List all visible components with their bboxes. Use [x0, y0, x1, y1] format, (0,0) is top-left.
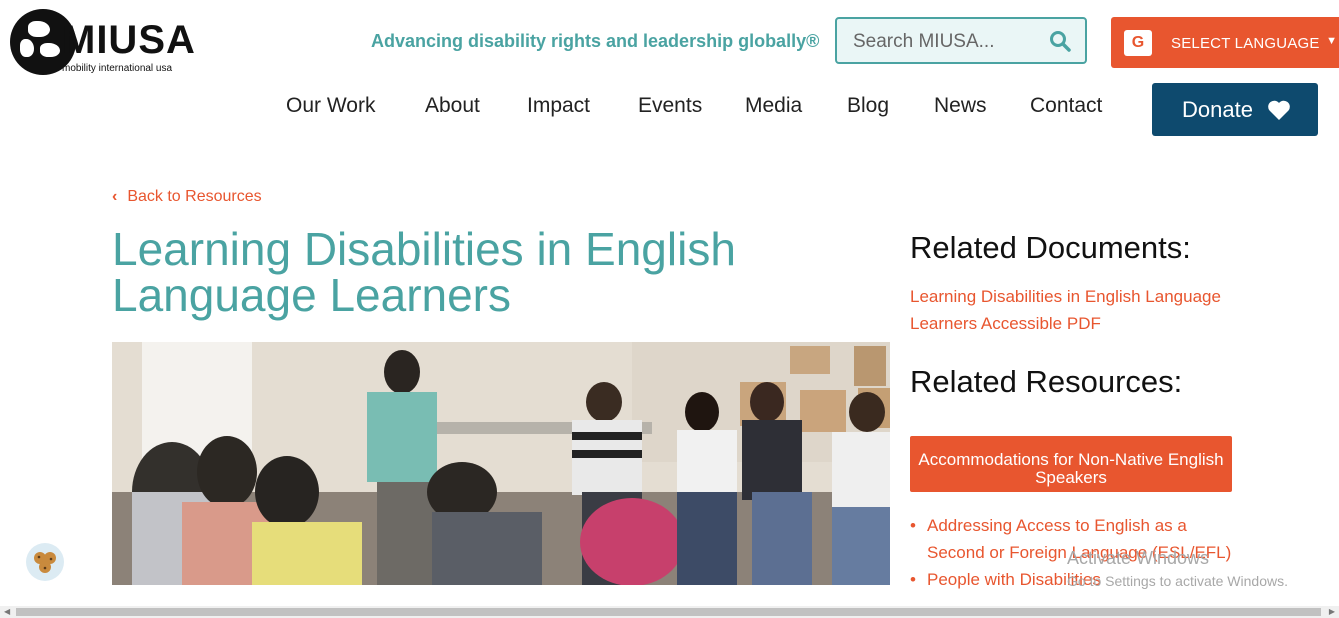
horizontal-scrollbar[interactable]: ◀ ▶	[0, 606, 1339, 618]
nav-our-work[interactable]: Our Work	[286, 94, 375, 118]
select-language-button[interactable]: G SELECT LANGUAGE ▼	[1111, 17, 1339, 68]
select-language-label: SELECT LANGUAGE	[1171, 35, 1320, 52]
heart-icon	[1268, 100, 1290, 120]
scroll-left-icon[interactable]: ◀	[4, 607, 10, 616]
logo-wordmark: MIUSA	[62, 18, 196, 62]
logo-subtitle: mobility international usa	[62, 63, 173, 74]
translate-icon: G	[1124, 30, 1152, 56]
search-input[interactable]	[837, 19, 1055, 64]
search-box	[835, 17, 1087, 64]
chevron-down-icon: ▼	[1326, 35, 1337, 47]
nav-impact[interactable]: Impact	[527, 94, 590, 118]
tagline: Advancing disability rights and leadersh…	[371, 31, 820, 51]
nav-about[interactable]: About	[425, 94, 480, 118]
classroom-photo	[112, 342, 890, 585]
nav-events[interactable]: Events	[638, 94, 702, 118]
cookie-icon[interactable]	[26, 543, 64, 581]
page-title: Learning Disabilities in English Languag…	[112, 223, 736, 321]
nav-blog[interactable]: Blog	[847, 94, 889, 118]
related-document-link[interactable]: Learning Disabilities in English Languag…	[910, 283, 1230, 337]
scrollbar-thumb[interactable]	[16, 608, 1321, 616]
chevron-left-icon: ‹	[112, 188, 118, 205]
back-link-label: Back to Resources	[127, 188, 262, 205]
activate-subtitle: Go to Settings to activate Windows.	[1067, 573, 1288, 589]
scroll-right-icon[interactable]: ▶	[1329, 607, 1335, 616]
activate-title: Activate Windows	[1067, 548, 1210, 568]
back-to-resources-link[interactable]: ‹ Back to Resources	[112, 188, 262, 206]
related-documents-heading: Related Documents:	[910, 230, 1191, 265]
search-icon[interactable]	[1049, 30, 1071, 52]
nav-media[interactable]: Media	[745, 94, 802, 118]
related-resources-heading: Related Resources:	[910, 364, 1183, 399]
miusa-logo[interactable]: MIUSA mobility international usa	[10, 8, 195, 78]
activate-windows-watermark: Activate Windows Go to Settings to activ…	[1067, 548, 1288, 589]
donate-button[interactable]: Donate	[1152, 83, 1318, 136]
nav-news[interactable]: News	[934, 94, 987, 118]
nav-contact[interactable]: Contact	[1030, 94, 1102, 118]
donate-label: Donate	[1182, 97, 1253, 122]
resource-button[interactable]: Accommodations for Non-Native English Sp…	[910, 436, 1232, 492]
